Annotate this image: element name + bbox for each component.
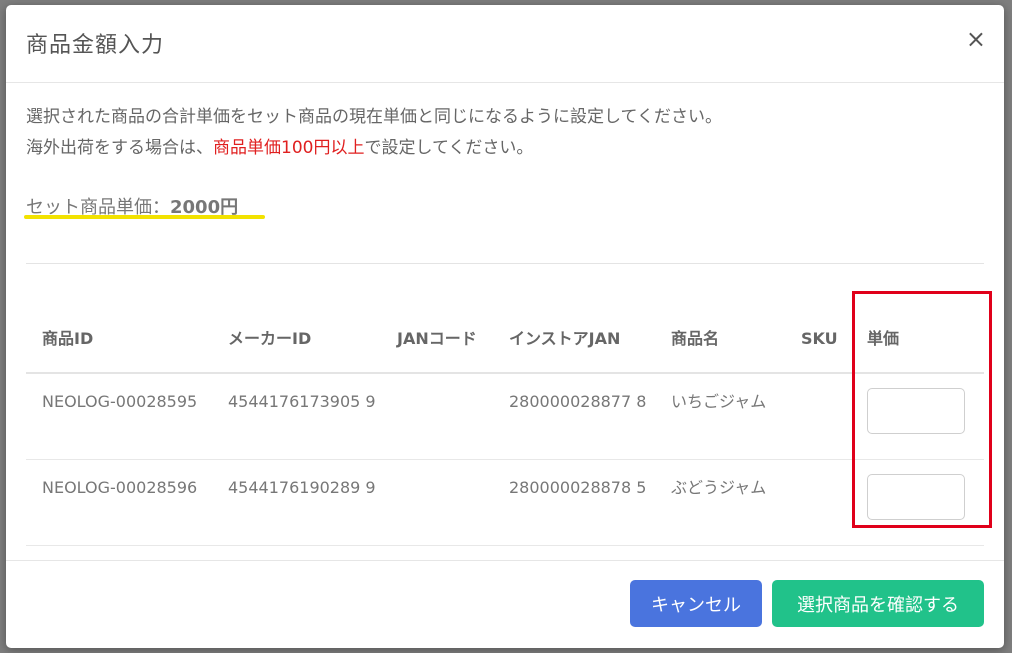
cell-instore-jan: 280000028878 5 (493, 459, 655, 546)
table-header-row: 商品ID メーカーID JANコード インストアJAN 商品名 SKU 単価 (26, 264, 984, 374)
modal-header: 商品金額入力 × (6, 5, 1004, 83)
cell-maker-id: 4544176190289 9 (212, 459, 381, 546)
instruction-line-2-prefix: 海外出荷をする場合は、 (26, 138, 213, 158)
close-icon[interactable]: × (966, 27, 986, 51)
cell-jan-code (381, 373, 493, 460)
unit-price-highlight-box (852, 291, 992, 528)
footer-divider (6, 560, 1004, 561)
selected-items-table: 商品ID メーカーID JANコード インストアJAN 商品名 SKU 単価 N… (26, 264, 984, 546)
col-header-product-id: 商品ID (26, 264, 212, 374)
col-header-sku: SKU (785, 264, 851, 374)
col-header-maker-id: メーカーID (212, 264, 381, 374)
cell-jan-code (381, 459, 493, 546)
cell-product-name: いちごジャム (655, 373, 785, 460)
cell-sku (785, 459, 851, 546)
col-header-jan-code: JANコード (381, 264, 493, 374)
table-row: NEOLOG-00028596 4544176190289 9 28000002… (26, 459, 984, 546)
cancel-button[interactable]: キャンセル (630, 580, 762, 627)
confirm-selection-button[interactable]: 選択商品を確認する (772, 580, 984, 627)
modal-title: 商品金額入力 (26, 33, 165, 58)
cell-instore-jan: 280000028877 8 (493, 373, 655, 460)
instruction-line-2-suffix: で設定してください。 (364, 138, 534, 158)
col-header-product-name: 商品名 (655, 264, 785, 374)
table-row: NEOLOG-00028595 4544176173905 9 28000002… (26, 373, 984, 460)
cell-maker-id: 4544176173905 9 (212, 373, 381, 460)
col-header-instore-jan: インストアJAN (493, 264, 655, 374)
instruction-text: 選択された商品の合計単価をセット商品の現在単価と同じになるように設定してください… (26, 102, 722, 164)
cell-product-id: NEOLOG-00028595 (26, 373, 212, 460)
instruction-line-1: 選択された商品の合計単価をセット商品の現在単価と同じになるように設定してください… (26, 107, 722, 127)
instruction-line-2: 海外出荷をする場合は、商品単価100円以上で設定してください。 (26, 133, 722, 164)
cell-product-name: ぶどうジャム (655, 459, 785, 546)
set-price-underline (24, 215, 265, 219)
price-input-modal: 商品金額入力 × 選択された商品の合計単価をセット商品の現在単価と同じになるよう… (6, 5, 1004, 648)
cell-sku (785, 373, 851, 460)
instruction-highlight: 商品単価100円以上 (213, 138, 365, 158)
cell-product-id: NEOLOG-00028596 (26, 459, 212, 546)
